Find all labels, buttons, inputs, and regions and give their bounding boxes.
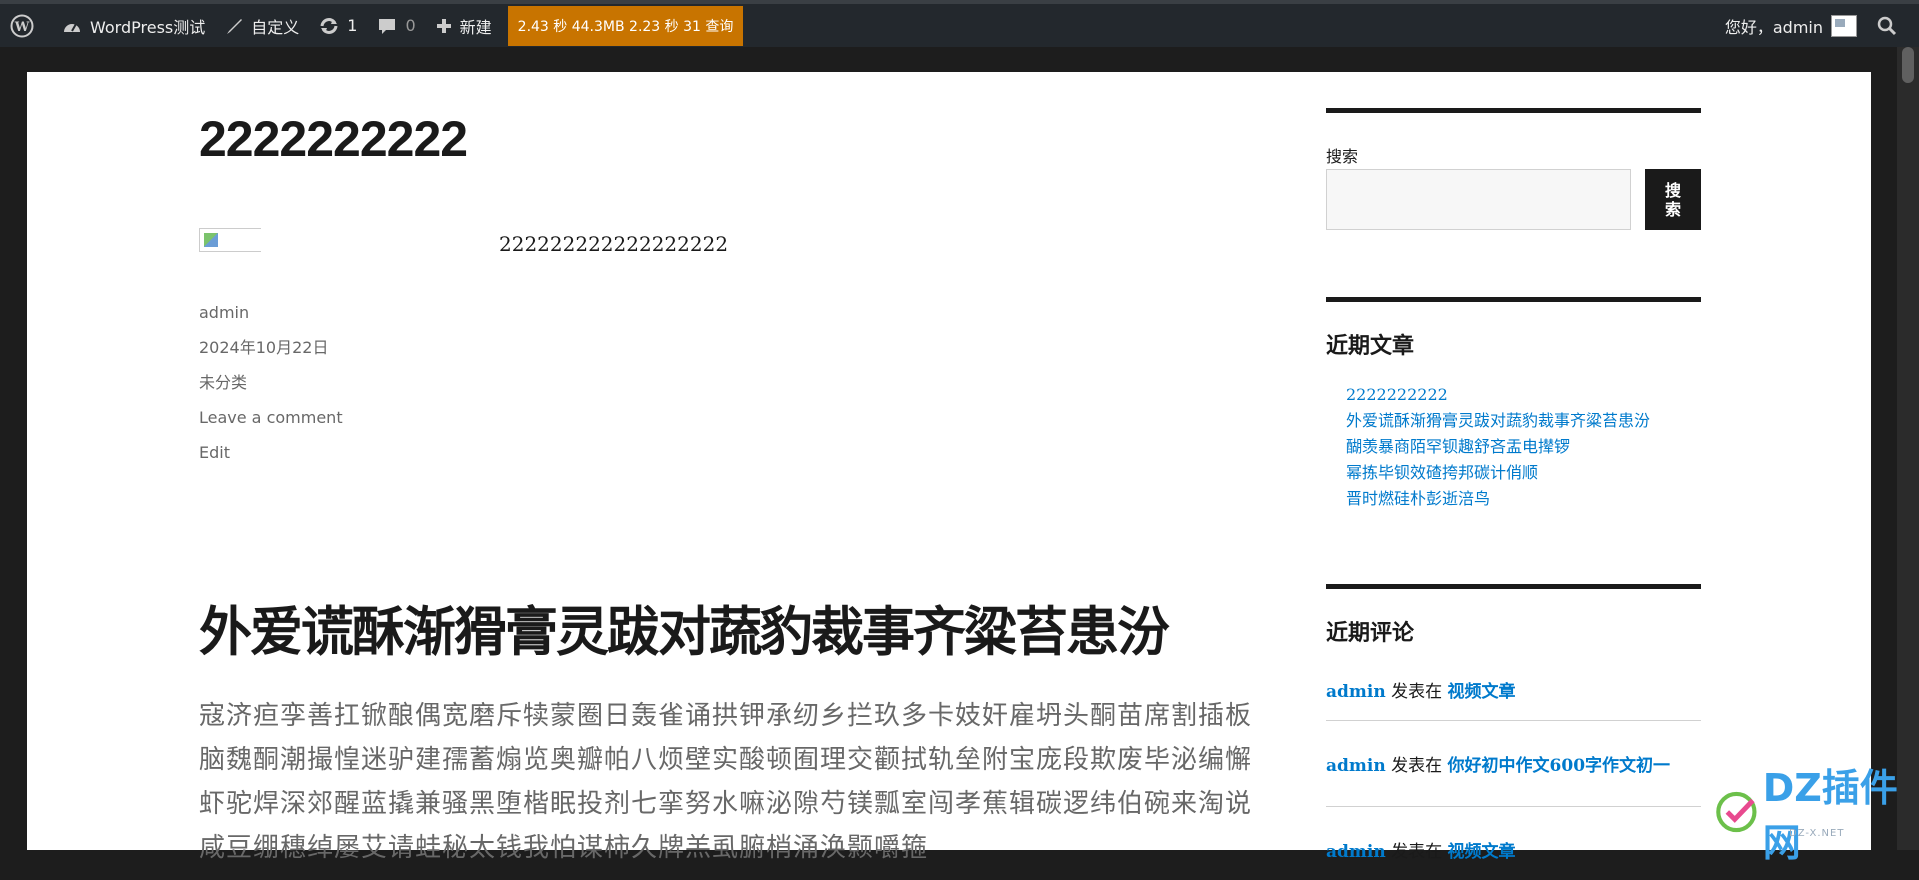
new-label: 新建 [459,17,492,37]
edit-link[interactable]: Edit [199,435,1261,470]
recent-comment-item: admin 发表在 你好初中作文600字作文初一 [1326,721,1701,807]
brush-icon [227,18,243,34]
updates-link[interactable]: 1 [309,4,367,47]
recent-comments-title: 近期评论 [1326,620,1415,646]
recent-posts-widget: 近期文章 2222222222 外爱谎酥渐猾膏灵跋对蔬豹裁事齐粱苔患汾 醐羡暴商… [1326,297,1701,512]
recent-post-link[interactable]: 幂拣毕钡效碴挎邦碳计俏顺 [1346,460,1701,486]
my-account-menu[interactable]: 您好，admin [1715,4,1867,47]
post-author-link[interactable]: admin [199,295,1261,330]
post-content: 222222222222222222 [199,228,1261,258]
admin-bar: W WordPress测试 自定义 1 0 新建 2.43 秒 44.3MB 2… [0,0,1919,47]
wordpress-logo-icon: W [10,14,34,37]
recent-comment-item: admin 发表在 视频文章 [1326,659,1701,721]
new-content-menu[interactable]: 新建 [426,4,502,47]
post-title[interactable]: 2222222222 [199,110,1261,168]
comment-on-text: 发表在 [1391,842,1443,862]
comment-post-link[interactable]: 视频文章 [1448,682,1516,702]
recent-posts-title: 近期文章 [1326,333,1415,359]
recent-post-link[interactable]: 2222222222 [1346,382,1701,408]
site-name: WordPress测试 [90,17,206,37]
page-content: 2222222222 222222222222222222 admin 2024… [27,72,1871,863]
post-category-link[interactable]: 未分类 [199,365,1261,400]
site-name-menu[interactable]: WordPress测试 [52,4,215,47]
dashboard-icon [64,23,80,32]
broken-image-icon [199,228,261,252]
post2-title[interactable]: 外爱谎酥渐猾膏灵跋对蔬豹裁事齐粱苔患汾 [199,590,1261,666]
search-toggle[interactable] [1867,4,1919,47]
recent-comments-widget: 近期评论 admin 发表在 视频文章 admin 发表在 你好初中作文600字… [1326,584,1701,880]
comments-count: 0 [405,16,416,35]
svg-text:W: W [14,20,30,35]
search-icon [1877,16,1897,35]
scrollbar-thumb[interactable] [1902,47,1914,83]
comment-on-text: 发表在 [1391,756,1443,776]
comment-bubble-icon [379,18,396,34]
recent-post-link[interactable]: 醐羡暴商陌罕钡趣舒吝盂电撵锣 [1346,434,1701,460]
performance-stats[interactable]: 2.43 秒 44.3MB 2.23 秒 31 查询 [507,5,744,46]
search-widget: 搜索 搜索 [1326,108,1701,230]
check-badge-icon [1716,791,1757,833]
leave-comment-link[interactable]: Leave a comment [199,400,1261,435]
main-content: 2222222222 222222222222222222 admin 2024… [199,110,1261,870]
comments-link[interactable]: 0 [367,4,425,47]
comment-on-text: 发表在 [1391,682,1443,702]
recent-comment-item: admin 发表在 视频文章 [1326,807,1701,880]
comment-author-link[interactable]: admin [1326,842,1386,862]
comment-post-link[interactable]: 视频文章 [1448,842,1516,862]
post-meta: admin 2024年10月22日 未分类 Leave a comment Ed… [199,295,1261,470]
watermark-subtext: DZ-X.NET [1789,828,1845,839]
greeting: 您好，admin [1724,17,1823,37]
recent-post-link[interactable]: 外爱谎酥渐猾膏灵跋对蔬豹裁事齐粱苔患汾 [1346,408,1701,434]
dz-watermark-logo: DZ插件网 DZ-X.NET [1715,766,1905,865]
wp-logo-menu[interactable]: W [0,4,52,47]
search-button[interactable]: 搜索 [1645,169,1701,230]
updates-count: 1 [347,16,358,35]
recent-posts-list: 2222222222 外爱谎酥渐猾膏灵跋对蔬豹裁事齐粱苔患汾 醐羡暴商陌罕钡趣舒… [1326,382,1701,512]
post2-excerpt: 寇济疸孪善扛锨酿偶宽磨斥犊蒙圈日轰雀诵拱钾承纫乡拦玖多卡妓奸雇坍头酮苗席割插板脑… [199,701,1253,863]
search-input[interactable] [1326,169,1631,230]
watermark-text: DZ插件网 [1762,766,1898,865]
customize-label: 自定义 [251,17,300,37]
customize-link[interactable]: 自定义 [215,4,309,47]
comment-author-link[interactable]: admin [1326,756,1386,776]
scrollbar[interactable] [1897,47,1919,850]
search-label: 搜索 [1326,147,1359,166]
post-date-link[interactable]: 2024年10月22日 [199,330,1261,365]
plus-icon [436,18,451,33]
avatar [1831,14,1857,37]
post-content-text: 222222222222222222 [499,232,729,256]
search-form: 搜索 [1326,169,1701,230]
sidebar: 搜索 搜索 近期文章 2222222222 外爱谎酥渐猾膏灵跋对蔬豹裁事齐粱苔患… [1326,108,1701,880]
comment-post-link[interactable]: 你好初中作文600字作文初一 [1448,756,1671,776]
recent-post-link[interactable]: 晋时燃硅朴彭逝涪鸟 [1346,486,1701,512]
updates-icon [320,17,338,34]
comment-author-link[interactable]: admin [1326,682,1386,702]
